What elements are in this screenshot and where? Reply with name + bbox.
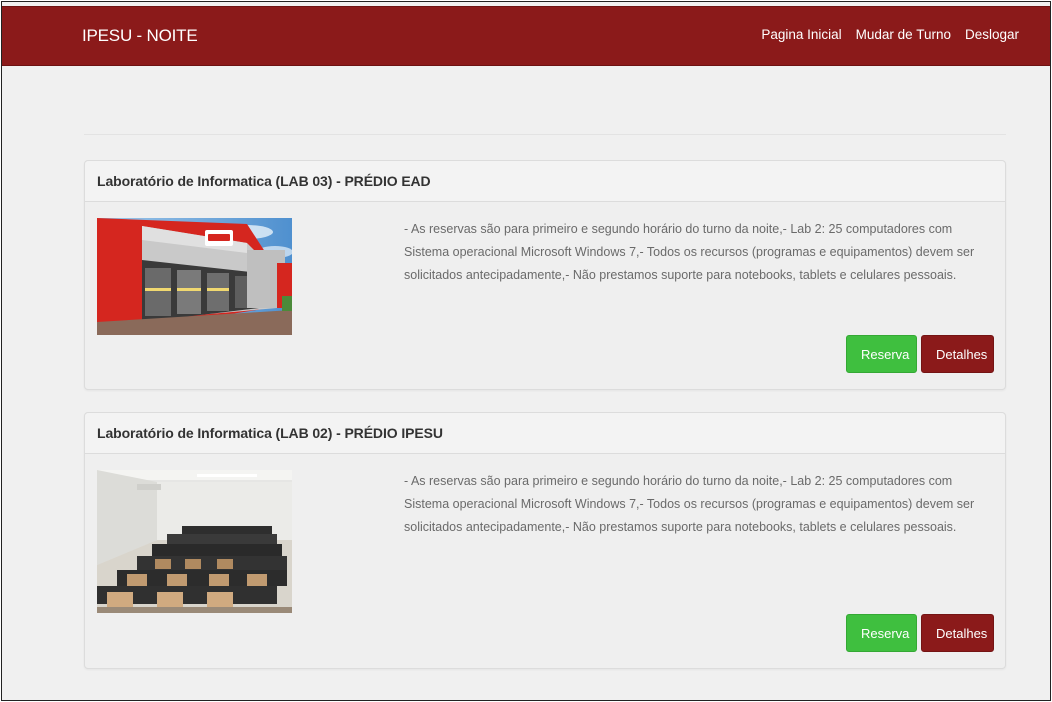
details-button[interactable]: Detalhes	[921, 335, 994, 373]
lab-classroom-photo	[97, 470, 292, 613]
nav-link-change-shift[interactable]: Mudar de Turno	[856, 27, 951, 42]
lab-description: - As reservas são para primeiro e segund…	[404, 222, 975, 282]
brand-title[interactable]: IPESU - NOITE	[82, 26, 198, 46]
lab-card-lab02: Laboratório de Informatica (LAB 02) - PR…	[84, 412, 1006, 669]
nav-link-logout[interactable]: Deslogar	[965, 27, 1019, 42]
lab-title: Laboratório de Informatica (LAB 02) - PR…	[97, 425, 443, 441]
card-actions: Reserva Detalhes	[846, 614, 994, 652]
content-divider	[84, 134, 1006, 135]
reserve-button[interactable]: Reserva	[846, 614, 917, 652]
top-navbar: IPESU - NOITE Pagina Inicial Mudar de Tu…	[2, 6, 1050, 66]
lab-building-photo	[97, 218, 292, 335]
reserve-button[interactable]: Reserva	[846, 335, 917, 373]
lab-title: Laboratório de Informatica (LAB 03) - PR…	[97, 173, 431, 189]
details-button[interactable]: Detalhes	[921, 614, 994, 652]
card-header: Laboratório de Informatica (LAB 03) - PR…	[85, 161, 1005, 202]
nav-link-home[interactable]: Pagina Inicial	[761, 27, 841, 42]
card-header: Laboratório de Informatica (LAB 02) - PR…	[85, 413, 1005, 454]
lab-description: - As reservas são para primeiro e segund…	[404, 474, 975, 534]
nav-links: Pagina Inicial Mudar de Turno Deslogar	[761, 27, 1019, 42]
app-window: IPESU - NOITE Pagina Inicial Mudar de Tu…	[1, 1, 1051, 701]
lab-card-lab03: Laboratório de Informatica (LAB 03) - PR…	[84, 160, 1006, 390]
card-actions: Reserva Detalhes	[846, 335, 994, 373]
